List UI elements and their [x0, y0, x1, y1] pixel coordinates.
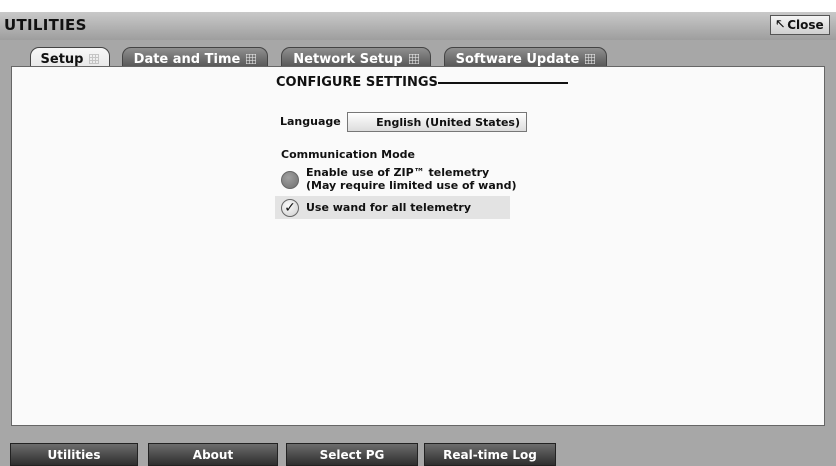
checkmark-icon: ✓	[284, 200, 296, 216]
grip-icon	[585, 54, 596, 64]
tab-label: Software Update	[455, 51, 580, 67]
language-label: Language	[280, 115, 341, 128]
wand-telemetry-label[interactable]: Use wand for all telemetry	[306, 201, 471, 214]
nav-select-pg-button[interactable]: Select PG	[286, 443, 418, 466]
zip-telemetry-label: Enable use of ZIP™ telemetry	[306, 166, 490, 179]
nav-utilities-button[interactable]: Utilities	[10, 443, 138, 466]
section-divider	[438, 82, 568, 84]
nav-realtime-log-label: Real-time Log	[443, 447, 537, 462]
nav-utilities-label: Utilities	[47, 447, 101, 462]
zip-telemetry-radio[interactable]	[281, 171, 299, 189]
bottom-nav: Utilities About Select PG Real-time Log	[0, 438, 836, 466]
language-value: English (United States)	[376, 115, 520, 129]
nav-about-button[interactable]: About	[148, 443, 278, 466]
nav-realtime-log-button[interactable]: Real-time Log	[424, 443, 556, 466]
tab-label: Date and Time	[133, 51, 241, 67]
nav-about-label: About	[192, 447, 234, 462]
cursor-arrow-icon: 🡔	[776, 16, 785, 31]
tab-label: Setup	[40, 51, 84, 67]
grip-icon	[246, 54, 257, 64]
title-bar: UTILITIES 🡔 Close	[0, 12, 836, 41]
language-select[interactable]: English (United States)	[347, 112, 527, 132]
close-button-label: Close	[787, 18, 824, 32]
communication-mode-label: Communication Mode	[281, 148, 416, 161]
zip-telemetry-note: (May require limited use of wand)	[306, 179, 517, 192]
zip-telemetry-option[interactable]: Enable use of ZIP™ telemetry (May requir…	[306, 166, 517, 192]
nav-select-pg-label: Select PG	[319, 447, 385, 462]
grip-icon	[89, 54, 100, 64]
section-title: CONFIGURE SETTINGS	[276, 75, 438, 90]
close-button[interactable]: 🡔 Close	[770, 15, 830, 35]
wand-telemetry-radio[interactable]: ✓	[281, 199, 299, 217]
tab-label: Network Setup	[293, 51, 403, 67]
window-title: UTILITIES	[4, 16, 87, 34]
grip-icon	[408, 54, 419, 64]
